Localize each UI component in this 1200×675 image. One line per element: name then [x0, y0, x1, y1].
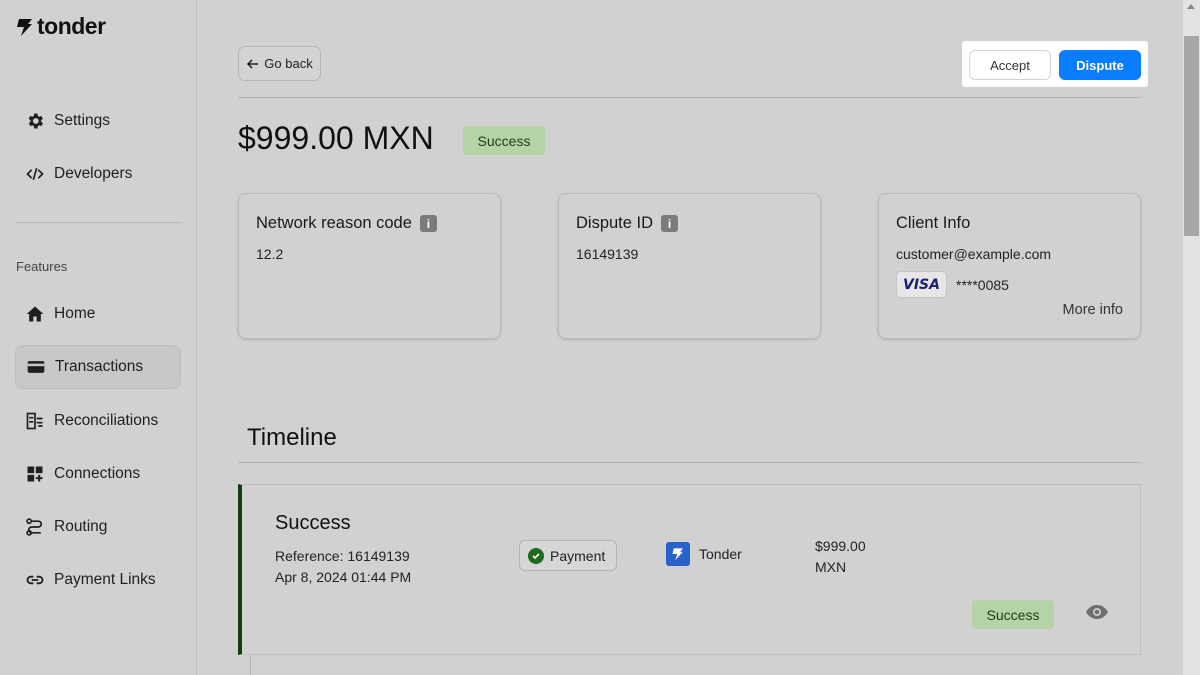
sidebar-item-connections[interactable]: Connections — [15, 452, 181, 496]
timeline-divider — [238, 462, 1141, 463]
tonder-logo[interactable]: tonder — [15, 13, 106, 40]
network-reason-card: Network reason code i 12.2 — [238, 193, 501, 339]
connections-icon — [27, 466, 43, 482]
sidebar-item-label: Home — [54, 305, 96, 322]
go-back-button[interactable]: Go back — [238, 46, 321, 81]
client-info-card: Client Info customer@example.com VISA **… — [878, 193, 1141, 339]
visa-icon: VISA — [896, 271, 947, 298]
tonder-provider-icon — [666, 542, 690, 566]
check-circle-icon — [528, 547, 544, 564]
sidebar-item-label: Routing — [54, 518, 108, 535]
sidebar-item-label: Payment Links — [54, 571, 156, 588]
routing-icon — [26, 518, 43, 536]
sidebar-item-label: Transactions — [55, 358, 144, 375]
sidebar-item-label: Reconciliations — [54, 412, 159, 429]
more-info-link[interactable]: More info — [1063, 302, 1123, 318]
arrow-left-icon — [247, 58, 259, 69]
timeline-title: Timeline — [247, 424, 337, 451]
dispute-id-title: Dispute ID — [576, 214, 654, 232]
card-number-masked: ****0085 — [956, 277, 1009, 293]
event-amount-value: $999.00 — [815, 538, 866, 554]
client-info-title: Client Info — [896, 214, 971, 232]
provider-name: Tonder — [699, 546, 742, 562]
sidebar-item-label: Developers — [54, 165, 133, 182]
accept-button[interactable]: Accept — [969, 50, 1051, 80]
sidebar-item-developers[interactable]: Developers — [15, 152, 181, 196]
sidebar-item-reconciliations[interactable]: Reconciliations — [15, 399, 181, 443]
event-date: Apr 8, 2024 01:44 PM — [275, 569, 412, 585]
network-reason-value: 12.2 — [256, 246, 284, 262]
scroll-up-arrow-icon[interactable] — [1187, 4, 1195, 9]
status-badge: Success — [463, 126, 545, 155]
card-title: Dispute ID i — [576, 214, 679, 233]
info-icon[interactable]: i — [419, 215, 437, 232]
info-icon[interactable]: i — [661, 215, 679, 232]
sidebar-item-label: Connections — [54, 465, 141, 482]
transaction-amount: $999.00 MXN — [238, 120, 434, 156]
sidebar-item-payment-links[interactable]: Payment Links — [15, 558, 181, 602]
event-provider: Tonder — [666, 542, 742, 566]
sidebar-item-label: Settings — [54, 112, 111, 129]
dispute-id-value: 16149139 — [576, 246, 639, 262]
card-title: Network reason code i — [256, 214, 437, 233]
code-icon — [26, 167, 44, 181]
client-email: customer@example.com — [896, 246, 1052, 262]
sidebar-item-settings[interactable]: Settings — [15, 99, 181, 143]
card-icon — [27, 361, 45, 373]
vertical-scrollbar[interactable] — [1183, 0, 1200, 675]
dispute-actions: Accept Dispute — [962, 41, 1148, 87]
dispute-button[interactable]: Dispute — [1059, 50, 1141, 80]
sidebar-item-home[interactable]: Home — [15, 292, 181, 336]
scrollbar-thumb[interactable] — [1184, 36, 1199, 236]
sidebar-item-routing[interactable]: Routing — [15, 505, 181, 549]
event-amount: $999.00 MXN — [815, 536, 866, 578]
timeline-connector — [250, 655, 251, 675]
event-reference: Reference: 16149139 — [275, 548, 410, 564]
event-type-pill: Payment — [519, 540, 617, 571]
bolt-icon — [17, 18, 32, 36]
sidebar-divider — [15, 222, 181, 223]
event-status-badge: Success — [972, 600, 1054, 629]
sidebar-item-transactions[interactable]: Transactions — [15, 345, 181, 389]
sidebar: tonder Settings Developers Features Home… — [0, 0, 197, 675]
event-amount-currency: MXN — [815, 559, 847, 575]
section-label: Features — [16, 259, 68, 274]
eye-icon[interactable] — [1085, 603, 1109, 621]
brand-name: tonder — [37, 13, 106, 39]
event-status: Success — [275, 512, 351, 534]
event-type-label: Payment — [550, 547, 606, 564]
gear-icon — [28, 113, 43, 129]
link-icon — [26, 575, 44, 585]
network-reason-title: Network reason code — [256, 214, 412, 232]
dispute-id-card: Dispute ID i 16149139 — [558, 193, 821, 339]
reconcile-icon — [26, 412, 43, 430]
go-back-label: Go back — [264, 56, 313, 71]
header-divider — [238, 97, 1141, 98]
home-icon — [26, 306, 44, 322]
timeline-event: Success Reference: 16149139 Apr 8, 2024 … — [238, 484, 1141, 655]
